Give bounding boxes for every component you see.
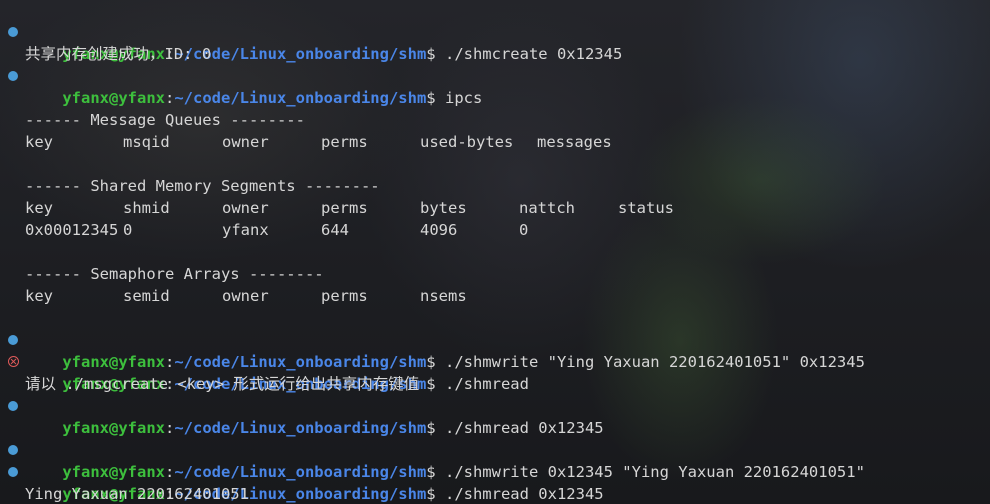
error-status-icon xyxy=(8,356,19,367)
output-line: ------ Shared Memory Segments -------- xyxy=(25,177,380,195)
table-header-row: key shmid owner perms bytes nattch status xyxy=(25,199,674,217)
success-status-icon xyxy=(8,71,18,81)
output-line: 请以 ./msgcreate <key> 形式运行给出共享内存键值 xyxy=(25,375,420,393)
table-header-row: key semid owner perms nsems xyxy=(25,287,467,305)
table-row: 0x00012345 0 yfanx 644 4096 0 xyxy=(25,221,529,239)
terminal-output[interactable]: yfanx@yfanx:~/code/Linux_onboarding/shm$… xyxy=(8,21,990,504)
success-status-icon xyxy=(8,467,18,477)
table-header-row: key msqid owner perms used-bytes messages xyxy=(25,133,612,151)
output-line: 共享内存创建成功，ID: 0 xyxy=(25,45,212,63)
output-line: Ying Yaxuan 220162401051 xyxy=(25,485,249,503)
output-line: ------ Semaphore Arrays -------- xyxy=(25,265,324,283)
command-line: yfanx@yfanx:~/code/Linux_onboarding/shm$… xyxy=(8,21,990,63)
command-line: yfanx@yfanx:~/code/Linux_onboarding/shm$… xyxy=(8,395,990,437)
success-status-icon xyxy=(8,335,18,345)
command-line: yfanx@yfanx:~/code/Linux_onboarding/shm$… xyxy=(8,65,990,107)
command-line: yfanx@yfanx:~/code/Linux_onboarding/shm$… xyxy=(8,461,990,503)
command-line: yfanx@yfanx:~/code/Linux_onboarding/shm$… xyxy=(8,329,990,371)
output-line: ------ Message Queues -------- xyxy=(25,111,305,129)
command-line: yfanx@yfanx:~/code/Linux_onboarding/shm$… xyxy=(8,439,990,481)
success-status-icon xyxy=(8,445,18,455)
command-line: yfanx@yfanx:~/code/Linux_onboarding/shm$… xyxy=(8,351,990,393)
success-status-icon xyxy=(8,27,18,37)
success-status-icon xyxy=(8,401,18,411)
